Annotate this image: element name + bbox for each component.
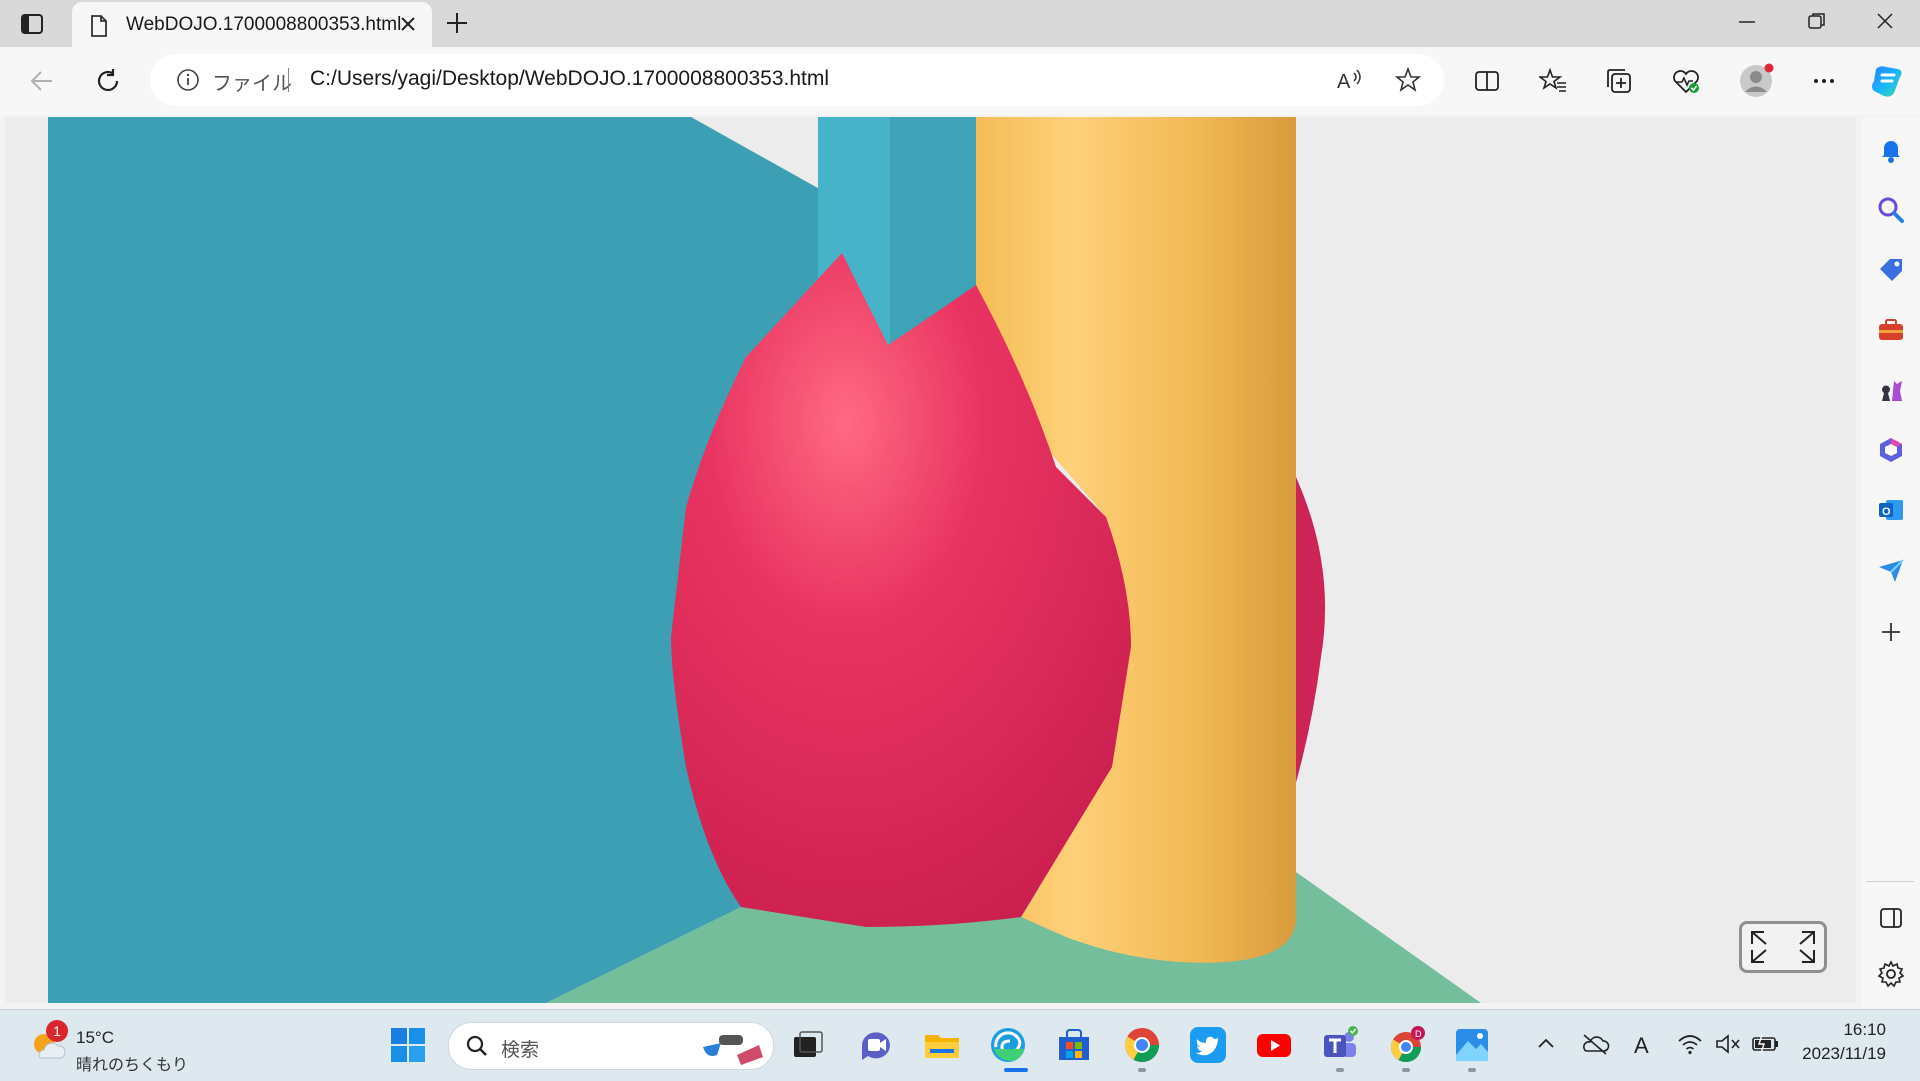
collections-icon[interactable]: [1605, 67, 1633, 99]
twitter-icon[interactable]: [1188, 1025, 1228, 1065]
browser-toolbar: ファイル C:/Users/yagi/Desktop/WebDOJO.17000…: [0, 47, 1920, 115]
volume-muted-icon[interactable]: [1714, 1032, 1742, 1060]
clock-date: 2023/11/19: [1802, 1044, 1886, 1063]
hide-sidebar-icon[interactable]: [1876, 903, 1906, 937]
address-url[interactable]: C:/Users/yagi/Desktop/WebDOJO.1700008800…: [310, 67, 829, 91]
more-options-icon[interactable]: [1810, 67, 1838, 99]
file-explorer-icon[interactable]: [922, 1025, 962, 1065]
document-icon: [90, 15, 108, 41]
teams-icon[interactable]: [1320, 1025, 1360, 1065]
page-content: [6, 117, 1856, 1003]
start-button[interactable]: [388, 1025, 428, 1065]
address-bar[interactable]: ファイル C:/Users/yagi/Desktop/WebDOJO.17000…: [150, 54, 1444, 106]
tab-title: WebDOJO.1700008800353.html: [126, 14, 402, 35]
refresh-icon[interactable]: [94, 67, 122, 99]
taskbar-search-box[interactable]: 検索: [448, 1022, 774, 1070]
info-icon[interactable]: [176, 68, 200, 96]
shopping-tag-icon[interactable]: [1876, 255, 1906, 289]
profile-avatar-icon[interactable]: [1738, 63, 1774, 103]
minimize-icon[interactable]: [1736, 10, 1758, 36]
photos-running-indicator: [1468, 1068, 1476, 1072]
add-sidebar-icon[interactable]: [1876, 617, 1906, 651]
task-view-icon[interactable]: [788, 1025, 828, 1065]
favorite-star-icon[interactable]: [1394, 66, 1422, 98]
favorites-icon[interactable]: [1537, 67, 1567, 99]
photos-icon[interactable]: [1452, 1025, 1492, 1065]
back-icon[interactable]: [28, 67, 56, 99]
sidebar-divider: [1866, 881, 1914, 882]
ime-mode-icon[interactable]: A: [1632, 1032, 1656, 1062]
sidebar-settings-icon[interactable]: [1876, 959, 1906, 993]
youtube-icon[interactable]: [1254, 1025, 1294, 1065]
chrome-running-indicator: [1138, 1068, 1146, 1072]
tools-briefcase-icon[interactable]: [1876, 315, 1906, 349]
scene-canvas[interactable]: [6, 117, 1856, 1003]
edge-active-indicator: [1004, 1068, 1028, 1072]
weather-badge: 1: [46, 1020, 68, 1042]
show-hidden-icons[interactable]: [1534, 1032, 1558, 1060]
system-clock[interactable]: 16:10 2023/11/19: [1802, 1020, 1886, 1064]
tab-actions-icon[interactable]: [18, 10, 50, 38]
search-icon[interactable]: [1876, 195, 1906, 229]
notifications-icon[interactable]: [1876, 135, 1906, 169]
games-icon[interactable]: [1876, 375, 1906, 409]
search-placeholder: 検索: [501, 1039, 540, 1061]
outlook-icon[interactable]: O: [1876, 495, 1906, 529]
svg-text:D: D: [1415, 1029, 1422, 1039]
svg-text:A: A: [1337, 71, 1351, 93]
teams-chat-icon[interactable]: [856, 1025, 896, 1065]
windows-taskbar: 1 15°C 晴れのちくもり 検索 D A 16:10 2023/11/19: [0, 1009, 1920, 1081]
copilot-icon[interactable]: [1868, 61, 1908, 105]
tab-strip: WebDOJO.1700008800353.html: [0, 0, 1920, 47]
fullscreen-button[interactable]: [1739, 921, 1827, 973]
clock-time: 16:10: [1843, 1020, 1886, 1039]
microsoft-365-icon[interactable]: [1876, 435, 1906, 469]
address-scheme-label: ファイル: [212, 73, 292, 95]
weather-temperature: 15°C: [76, 1028, 114, 1047]
edge-browser-icon[interactable]: [988, 1025, 1028, 1065]
battery-icon[interactable]: [1750, 1032, 1780, 1060]
chrome-profile-running-indicator: [1402, 1068, 1410, 1072]
chrome-profile-icon[interactable]: D: [1386, 1025, 1426, 1065]
search-icon: [465, 1034, 489, 1062]
microsoft-store-icon[interactable]: [1054, 1025, 1094, 1065]
chrome-icon[interactable]: [1122, 1025, 1162, 1065]
close-window-icon[interactable]: [1874, 10, 1896, 36]
onedrive-offline-icon[interactable]: [1580, 1032, 1610, 1060]
teams-running-indicator: [1336, 1068, 1344, 1072]
read-aloud-icon[interactable]: A: [1336, 67, 1364, 97]
browser-essentials-icon[interactable]: [1671, 67, 1701, 99]
address-separator: [288, 68, 289, 92]
new-tab-icon[interactable]: [444, 10, 470, 40]
close-tab-icon[interactable]: [398, 14, 418, 38]
search-highlight-icon: [697, 1025, 767, 1071]
weather-condition: 晴れのちくもり: [76, 1057, 189, 1074]
restore-icon[interactable]: [1806, 10, 1828, 36]
send-icon[interactable]: [1876, 555, 1906, 589]
svg-text:A: A: [1634, 1033, 1649, 1058]
split-screen-icon[interactable]: [1473, 67, 1501, 99]
wifi-icon[interactable]: [1676, 1032, 1704, 1060]
svg-text:O: O: [1882, 506, 1891, 518]
edge-sidebar: O: [1862, 117, 1920, 1007]
active-tab[interactable]: WebDOJO.1700008800353.html: [72, 2, 432, 47]
